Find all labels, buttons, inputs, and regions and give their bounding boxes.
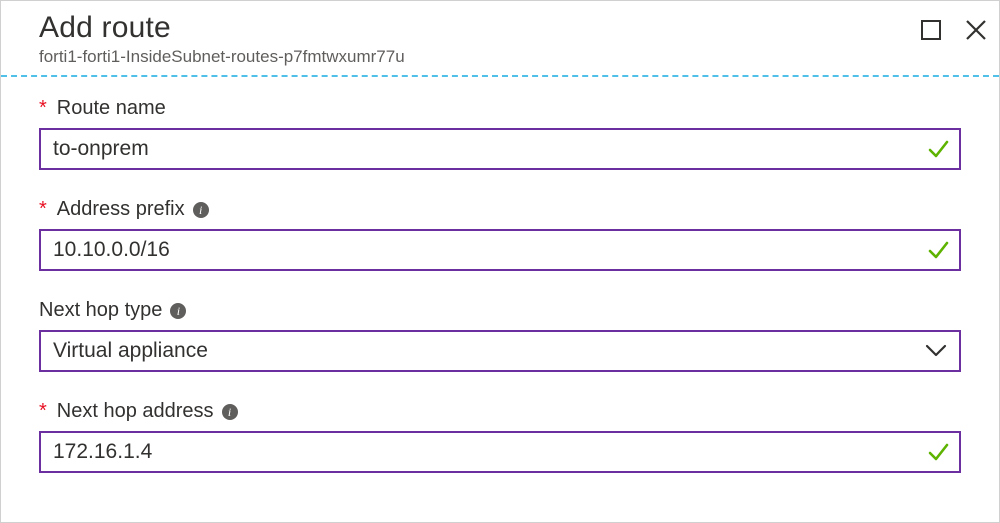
info-icon[interactable]: i (222, 404, 238, 420)
required-indicator: * (39, 97, 47, 120)
valid-check-icon (927, 138, 949, 160)
next-hop-type-label-text: Next hop type (39, 299, 162, 322)
valid-check-icon (927, 239, 949, 261)
field-next-hop-type: Next hop type i Virtual appliance (39, 299, 961, 372)
field-address-prefix: * Address prefix i (39, 198, 961, 271)
address-prefix-label: * Address prefix i (39, 198, 961, 221)
add-route-form: * Route name * Address prefix i Next hop… (1, 77, 999, 473)
field-route-name: * Route name (39, 97, 961, 170)
route-name-label-text: Route name (57, 97, 166, 120)
next-hop-address-control (39, 431, 961, 473)
route-name-input[interactable] (53, 137, 947, 161)
breadcrumb: forti1-forti1-InsideSubnet-routes-p7fmtw… (39, 47, 961, 67)
chevron-down-icon (925, 344, 947, 358)
address-prefix-input[interactable] (53, 238, 947, 262)
next-hop-address-label: * Next hop address i (39, 400, 961, 423)
route-name-label: * Route name (39, 97, 961, 120)
required-indicator: * (39, 400, 47, 423)
next-hop-type-value: Virtual appliance (53, 339, 208, 363)
blade-header: Add route forti1-forti1-InsideSubnet-rou… (1, 1, 999, 67)
next-hop-type-select[interactable]: Virtual appliance (39, 330, 961, 372)
info-icon[interactable]: i (170, 303, 186, 319)
valid-check-icon (927, 441, 949, 463)
field-next-hop-address: * Next hop address i (39, 400, 961, 473)
address-prefix-control (39, 229, 961, 271)
next-hop-address-label-text: Next hop address (57, 400, 214, 423)
next-hop-address-input[interactable] (53, 440, 947, 464)
required-indicator: * (39, 198, 47, 221)
info-icon[interactable]: i (193, 202, 209, 218)
address-prefix-label-text: Address prefix (57, 198, 185, 221)
next-hop-type-label: Next hop type i (39, 299, 961, 322)
header-actions (921, 19, 987, 41)
maximize-icon[interactable] (921, 20, 941, 40)
page-title: Add route (39, 11, 961, 45)
close-icon[interactable] (965, 19, 987, 41)
route-name-control (39, 128, 961, 170)
